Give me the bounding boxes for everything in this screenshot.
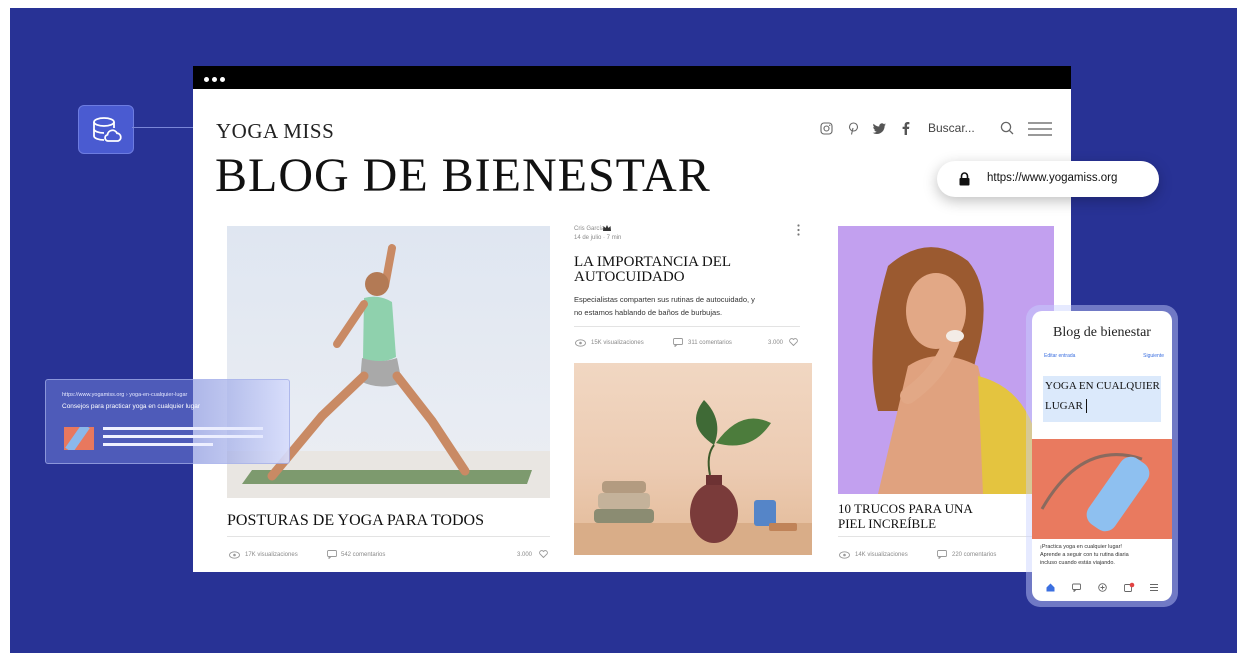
mobile-preview: Blog de bienestar Editar entrada Siguien… — [1026, 305, 1178, 607]
search-icon[interactable] — [1000, 121, 1014, 135]
text-cursor — [1086, 399, 1087, 413]
instagram-icon[interactable] — [820, 122, 833, 135]
post-excerpt: no estamos hablando de baños de burbujas… — [574, 308, 723, 317]
search-input[interactable]: Buscar... — [928, 121, 975, 135]
like-count: 3.000 — [517, 552, 533, 558]
pinterest-icon[interactable] — [848, 122, 859, 135]
eye-icon — [575, 339, 586, 347]
background-stage: YOGA MISS BLOG DE BIENESTAR Buscar... PO… — [10, 8, 1237, 653]
mobile-body-text: ¡Practica yoga en cualquier lugar! — [1040, 544, 1122, 550]
menu-icon[interactable] — [1150, 584, 1158, 591]
skincare-image[interactable] — [838, 226, 1054, 494]
browser-titlebar — [193, 66, 1071, 89]
url-pill[interactable]: https://www.yogamiss.org — [937, 161, 1159, 197]
window-dot — [212, 77, 217, 82]
connector-line — [132, 127, 194, 128]
post-title[interactable]: AUTOCUIDADO — [574, 269, 685, 286]
seo-preview-card[interactable]: https://www.yogamiss.org › yoga-en-cualq… — [45, 379, 290, 464]
fade-overlay — [196, 380, 289, 463]
comment-icon[interactable] — [327, 550, 337, 559]
view-count: 14K visualizaciones — [855, 552, 908, 558]
add-icon[interactable] — [1098, 583, 1107, 592]
mobile-body-text: incluso cuando estás viajando. — [1040, 560, 1115, 566]
view-count: 17K visualizaciones — [245, 552, 298, 558]
database-cloud-icon — [93, 117, 122, 142]
blog-title: BLOG DE BIENESTAR — [215, 149, 711, 202]
home-icon[interactable] — [1046, 583, 1055, 592]
menu-icon[interactable] — [1028, 122, 1052, 136]
eye-icon — [839, 551, 850, 559]
twitter-icon[interactable] — [872, 123, 887, 135]
facebook-icon[interactable] — [902, 122, 910, 135]
url-text: https://www.yogamiss.org — [987, 172, 1118, 184]
browser-window: YOGA MISS BLOG DE BIENESTAR Buscar... PO… — [193, 66, 1071, 572]
heart-icon[interactable] — [539, 550, 548, 558]
crown-icon — [603, 225, 611, 231]
mobile-screen: Blog de bienestar Editar entrada Siguien… — [1032, 311, 1172, 601]
still-life-illustration — [574, 400, 812, 555]
mobile-body-text: Aprende a seguir con tu rutina diaria — [1040, 552, 1129, 558]
mobile-post-title: LUGAR — [1045, 400, 1083, 412]
window-dot — [204, 77, 209, 82]
heart-icon[interactable] — [789, 338, 798, 346]
database-badge — [78, 105, 134, 154]
lock-icon — [959, 172, 970, 186]
like-count: 3.000 — [768, 340, 784, 346]
seo-title: Consejos para practicar yoga en cualquie… — [62, 403, 201, 410]
mobile-post-title: YOGA EN CUALQUIER — [1045, 380, 1160, 392]
notifications-icon[interactable] — [1124, 582, 1135, 593]
comment-count: 542 comentarios — [341, 552, 386, 558]
author-name[interactable]: Cris García — [574, 226, 604, 232]
window-dot — [220, 77, 225, 82]
comment-icon[interactable] — [673, 338, 683, 347]
chat-icon[interactable] — [1072, 583, 1081, 592]
post-title[interactable]: POSTURAS DE YOGA PARA TODOS — [227, 512, 484, 530]
comment-count: 311 comentarios — [688, 340, 732, 346]
mobile-edit-link[interactable]: Editar entrada — [1044, 353, 1075, 359]
mobile-blog-title: Blog de bienestar — [1053, 325, 1151, 340]
divider — [227, 536, 550, 537]
divider — [838, 536, 1043, 537]
site-name[interactable]: YOGA MISS — [216, 119, 334, 144]
post-excerpt: Especialistas comparten sus rutinas de a… — [574, 295, 755, 304]
seo-url: https://www.yogamiss.org › yoga-en-cualq… — [62, 392, 188, 398]
mobile-post-title-box[interactable]: YOGA EN CUALQUIER LUGAR — [1043, 376, 1161, 422]
comment-count: 220 comentarios — [952, 552, 997, 558]
seo-thumbnail — [64, 427, 94, 450]
post-title[interactable]: PIEL INCREÍBLE — [838, 516, 936, 532]
post-title[interactable]: 10 TRUCOS PARA UNA — [838, 501, 973, 517]
mobile-post-image — [1032, 439, 1172, 539]
self-care-image[interactable] — [574, 363, 812, 555]
mobile-next-link[interactable]: Siguiente — [1143, 353, 1164, 359]
woman-illustration — [838, 226, 1054, 494]
view-count: 15K visualizaciones — [591, 340, 644, 346]
divider — [574, 326, 800, 327]
post-date: 14 de julio · 7 min — [574, 235, 622, 241]
more-icon[interactable] — [797, 224, 800, 236]
eye-icon — [229, 551, 240, 559]
comment-icon[interactable] — [937, 550, 947, 559]
yoga-mat-illustration — [1040, 453, 1150, 532]
